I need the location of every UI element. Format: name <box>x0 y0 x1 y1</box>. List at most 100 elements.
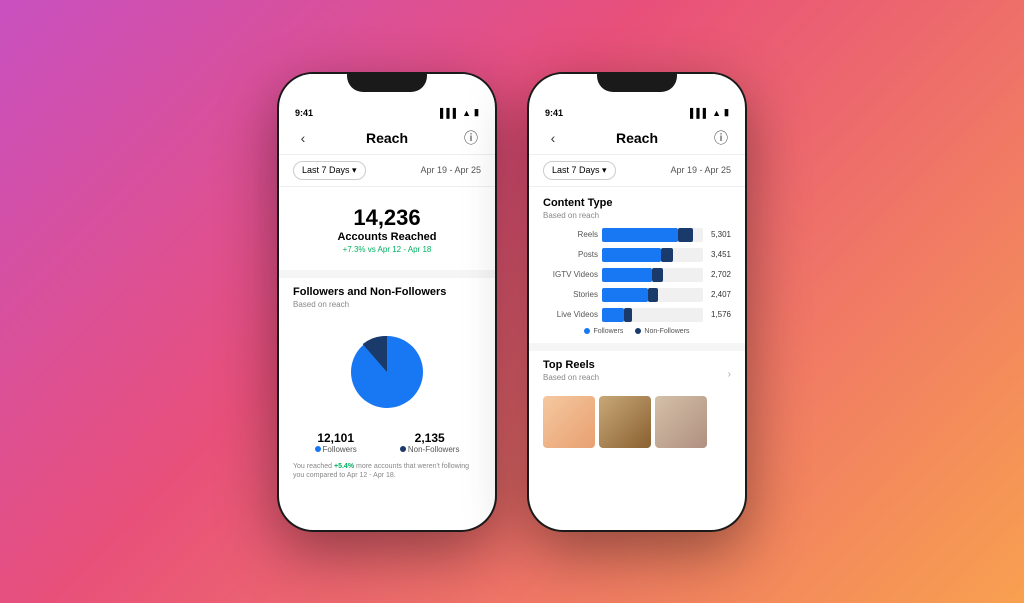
section-divider-2 <box>529 343 745 351</box>
notch-area <box>279 74 495 104</box>
info-button-2[interactable]: ⓘ <box>711 128 731 148</box>
pie-chart <box>342 327 432 417</box>
bar-value: 2,702 <box>711 270 731 279</box>
header-title-2: Reach <box>616 130 658 146</box>
signal-icon: ▌▌▌ <box>440 108 459 118</box>
legend-followers-dot <box>584 328 590 334</box>
legend-followers-label: Followers <box>593 328 623 335</box>
bar-label: Live Videos <box>543 310 598 319</box>
battery-icon-2: ▮ <box>724 107 729 118</box>
time-2: 9:41 <box>545 108 563 118</box>
app-header-2: ‹ Reach ⓘ <box>529 122 745 155</box>
notch-2 <box>597 74 677 92</box>
bar-fill-followers <box>602 248 661 262</box>
bar-label: Posts <box>543 250 598 259</box>
bar-track <box>602 288 703 302</box>
nonfollowers-label: Non-Followers <box>400 445 460 454</box>
legend-nonfollowers-dot <box>635 328 641 334</box>
accounts-label: Accounts Reached <box>293 231 481 243</box>
top-reels-header: Top Reels Based on reach › <box>543 359 731 390</box>
top-reels-subtitle: Based on reach <box>543 373 599 382</box>
followers-section: Followers and Non-Followers Based on rea… <box>293 286 481 480</box>
phone-1: 9:41 ▌▌▌ ▲ ▮ ‹ Reach ⓘ Last 7 Days ▾ Apr… <box>277 72 497 532</box>
bar-row: IGTV Videos 2,702 <box>543 268 731 282</box>
phone-screen-2: 9:41 ▌▌▌ ▲ ▮ ‹ Reach ⓘ Last 7 Days ▾ Apr… <box>529 74 745 530</box>
status-icons-1: ▌▌▌ ▲ ▮ <box>440 107 479 118</box>
phone-frame-2: 9:41 ▌▌▌ ▲ ▮ ‹ Reach ⓘ Last 7 Days ▾ Apr… <box>527 72 747 532</box>
bar-fill-followers <box>602 268 652 282</box>
phone-2: 9:41 ▌▌▌ ▲ ▮ ‹ Reach ⓘ Last 7 Days ▾ Apr… <box>527 72 747 532</box>
bar-fill-nonfollowers <box>624 308 632 322</box>
followers-stat: 12,101 Followers <box>315 431 357 454</box>
bars-container: Reels 5,301 Posts 3,451 IGTV Videos 2,702 Stor… <box>543 228 731 322</box>
screen-content-2: Content Type Based on reach Reels 5,301 Po… <box>529 187 745 530</box>
content-type-subtitle: Based on reach <box>543 211 731 220</box>
phone-screen-1: 9:41 ▌▌▌ ▲ ▮ ‹ Reach ⓘ Last 7 Days ▾ Apr… <box>279 74 495 530</box>
back-button-2[interactable]: ‹ <box>543 128 563 148</box>
bar-row: Stories 2,407 <box>543 288 731 302</box>
reel-thumb-2[interactable] <box>599 396 651 448</box>
nonfollowers-dot <box>400 446 406 452</box>
content-type-title: Content Type <box>543 197 731 209</box>
phone-frame-1: 9:41 ▌▌▌ ▲ ▮ ‹ Reach ⓘ Last 7 Days ▾ Apr… <box>277 72 497 532</box>
followers-title: Followers and Non-Followers <box>293 286 481 298</box>
bar-value: 1,576 <box>711 310 731 319</box>
date-range-1: Apr 19 - Apr 25 <box>420 165 481 175</box>
bar-fill-nonfollowers <box>678 228 693 242</box>
bar-fill-followers <box>602 308 624 322</box>
notch-area-2 <box>529 74 745 104</box>
bar-label: Stories <box>543 290 598 299</box>
legend-followers: Followers <box>584 328 623 335</box>
bar-row: Posts 3,451 <box>543 248 731 262</box>
reach-note: You reached +5.4% more accounts that wer… <box>293 462 481 480</box>
battery-icon: ▮ <box>474 107 479 118</box>
legend-nonfollowers: Non-Followers <box>635 328 689 335</box>
bar-fill-followers <box>602 288 648 302</box>
screen-content-1: 14,236 Accounts Reached +7.3% vs Apr 12 … <box>279 187 495 530</box>
notch <box>347 74 427 92</box>
accounts-reached-section: 14,236 Accounts Reached +7.3% vs Apr 12 … <box>293 197 481 262</box>
status-bar-2: 9:41 ▌▌▌ ▲ ▮ <box>529 104 745 122</box>
reels-thumbnails <box>543 396 731 448</box>
filter-bar-2: Last 7 Days ▾ Apr 19 - Apr 25 <box>529 155 745 187</box>
section-divider-1 <box>279 270 495 278</box>
pie-container <box>293 317 481 427</box>
reel-thumb-1[interactable] <box>543 396 595 448</box>
nonfollowers-stat: 2,135 Non-Followers <box>400 431 460 454</box>
bar-fill-followers <box>602 228 678 242</box>
info-button-1[interactable]: ⓘ <box>461 128 481 148</box>
followers-dot <box>315 446 321 452</box>
status-bar-1: 9:41 ▌▌▌ ▲ ▮ <box>279 104 495 122</box>
nonfollowers-count: 2,135 <box>400 431 460 445</box>
signal-icon-2: ▌▌▌ <box>690 108 709 118</box>
reels-chevron-icon[interactable]: › <box>728 369 731 380</box>
bar-label: IGTV Videos <box>543 270 598 279</box>
status-icons-2: ▌▌▌ ▲ ▮ <box>690 107 729 118</box>
followers-label: Followers <box>315 445 357 454</box>
reel-thumb-3[interactable] <box>655 396 707 448</box>
bar-value: 3,451 <box>711 250 731 259</box>
date-dropdown-1[interactable]: Last 7 Days ▾ <box>293 161 366 180</box>
accounts-number: 14,236 <box>293 205 481 231</box>
wifi-icon-2: ▲ <box>712 108 721 118</box>
bar-value: 2,407 <box>711 290 731 299</box>
bar-fill-nonfollowers <box>652 268 662 282</box>
bar-row: Live Videos 1,576 <box>543 308 731 322</box>
legend-nonfollowers-label: Non-Followers <box>644 328 689 335</box>
top-reels-titles: Top Reels Based on reach <box>543 359 599 390</box>
bar-label: Reels <box>543 230 598 239</box>
date-range-2: Apr 19 - Apr 25 <box>670 165 731 175</box>
time-1: 9:41 <box>295 108 313 118</box>
top-reels-section: Top Reels Based on reach › <box>543 359 731 448</box>
date-dropdown-2[interactable]: Last 7 Days ▾ <box>543 161 616 180</box>
bar-fill-nonfollowers <box>648 288 657 302</box>
header-title-1: Reach <box>366 130 408 146</box>
followers-count: 12,101 <box>315 431 357 445</box>
back-button-1[interactable]: ‹ <box>293 128 313 148</box>
filter-bar-1: Last 7 Days ▾ Apr 19 - Apr 25 <box>279 155 495 187</box>
bar-track <box>602 308 703 322</box>
wifi-icon: ▲ <box>462 108 471 118</box>
bar-value: 5,301 <box>711 230 731 239</box>
top-reels-title: Top Reels <box>543 359 599 371</box>
bar-track <box>602 268 703 282</box>
